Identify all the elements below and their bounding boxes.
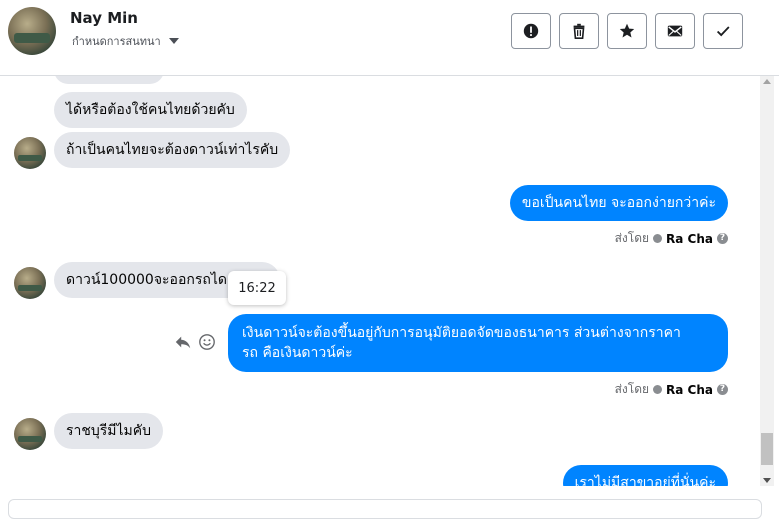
help-icon[interactable]: ? — [717, 233, 728, 244]
sender-name[interactable]: Ra Cha — [666, 383, 713, 397]
message-list[interactable]: ได้หรือต้องใช้คนไทยด้วยคับ ถ้าเป็นคนไทยจ… — [0, 76, 758, 486]
sent-by-indicator: ส่งโดย Ra Cha ? — [615, 380, 728, 399]
message-actions — [174, 333, 216, 351]
trash-icon — [573, 23, 585, 40]
scroll-down-arrow-icon[interactable] — [763, 478, 771, 483]
message-bubble-incoming[interactable]: ถ้าเป็นคนไทยจะต้องดาวน์เท่าไรคับ — [54, 132, 291, 168]
exclamation-icon — [523, 23, 539, 39]
message-text: เราไม่มีสาขาอยู่ที่นั่นค่ะ — [574, 475, 716, 486]
scrollbar-thumb[interactable] — [761, 433, 773, 465]
header-actions — [511, 13, 743, 49]
check-icon — [716, 26, 730, 37]
message-bubble-outgoing[interactable]: เราไม่มีสาขาอยู่ที่นั่นค่ะ — [562, 465, 728, 486]
message-text: ได้หรือต้องใช้คนไทยด้วยคับ — [66, 102, 235, 118]
message-bubble-outgoing[interactable]: ขอเป็นคนไทย จะออกง่ายกว่าค่ะ — [509, 185, 728, 221]
message-text-line: เงินดาวน์จะต้องขึ้นอยู่กับการอนุมัติยอดจ… — [242, 325, 681, 341]
reply-icon[interactable] — [174, 333, 192, 351]
contact-avatar[interactable] — [8, 7, 56, 55]
timestamp-text: 16:22 — [238, 280, 276, 296]
message-bubble-incoming[interactable]: ราชบุรีมีไมคับ — [54, 413, 164, 449]
conversation-label-text: กำหนดการสนทนา — [72, 35, 161, 48]
message-bubble-partial[interactable] — [54, 76, 164, 84]
mark-unread-button[interactable] — [655, 13, 695, 49]
help-icon[interactable]: ? — [717, 384, 728, 395]
star-button[interactable] — [607, 13, 647, 49]
verified-icon — [653, 234, 663, 243]
message-text: ดาวน์100000จะออกรถได — [66, 272, 227, 288]
done-button[interactable] — [703, 13, 743, 49]
message-text-line: รถ คือเงินดาวน์ค่ะ — [242, 345, 353, 361]
message-text: ขอเป็นคนไทย จะออกง่ายกว่าค่ะ — [521, 195, 716, 211]
contact-avatar-small[interactable] — [14, 418, 46, 450]
sent-by-label: ส่งโดย — [614, 231, 650, 245]
contact-avatar-small[interactable] — [14, 137, 46, 169]
delete-button[interactable] — [559, 13, 599, 49]
envelope-icon — [667, 25, 683, 37]
star-icon — [619, 23, 635, 38]
message-bubble-outgoing[interactable]: เงินดาวน์จะต้องขึ้นอยู่กับการอนุมัติยอดจ… — [228, 314, 728, 372]
message-composer[interactable] — [8, 499, 762, 519]
contact-name[interactable]: Nay Min — [70, 9, 138, 27]
message-bubble-incoming[interactable]: ได้หรือต้องใช้คนไทยด้วยคับ — [54, 92, 247, 128]
scrollbar-track[interactable] — [760, 76, 774, 486]
timestamp-tooltip: 16:22 — [228, 271, 286, 305]
emoji-react-icon[interactable] — [198, 333, 216, 351]
report-button[interactable] — [511, 13, 551, 49]
sent-by-indicator: ส่งโดย Ra Cha ? — [615, 229, 728, 248]
verified-icon — [653, 385, 663, 394]
conversation-label-dropdown[interactable]: กำหนดการสนทนา — [72, 32, 179, 50]
contact-avatar-small[interactable] — [14, 267, 46, 299]
message-text: ถ้าเป็นคนไทยจะต้องดาวน์เท่าไรคับ — [66, 142, 279, 158]
conversation-header: Nay Min กำหนดการสนทนา — [0, 0, 779, 76]
sent-by-label: ส่งโดย — [614, 382, 650, 396]
scroll-up-arrow-icon[interactable] — [763, 79, 771, 84]
sender-name[interactable]: Ra Cha — [666, 232, 713, 246]
message-text: ราชบุรีมีไมคับ — [66, 423, 152, 439]
caret-down-icon — [168, 38, 179, 44]
